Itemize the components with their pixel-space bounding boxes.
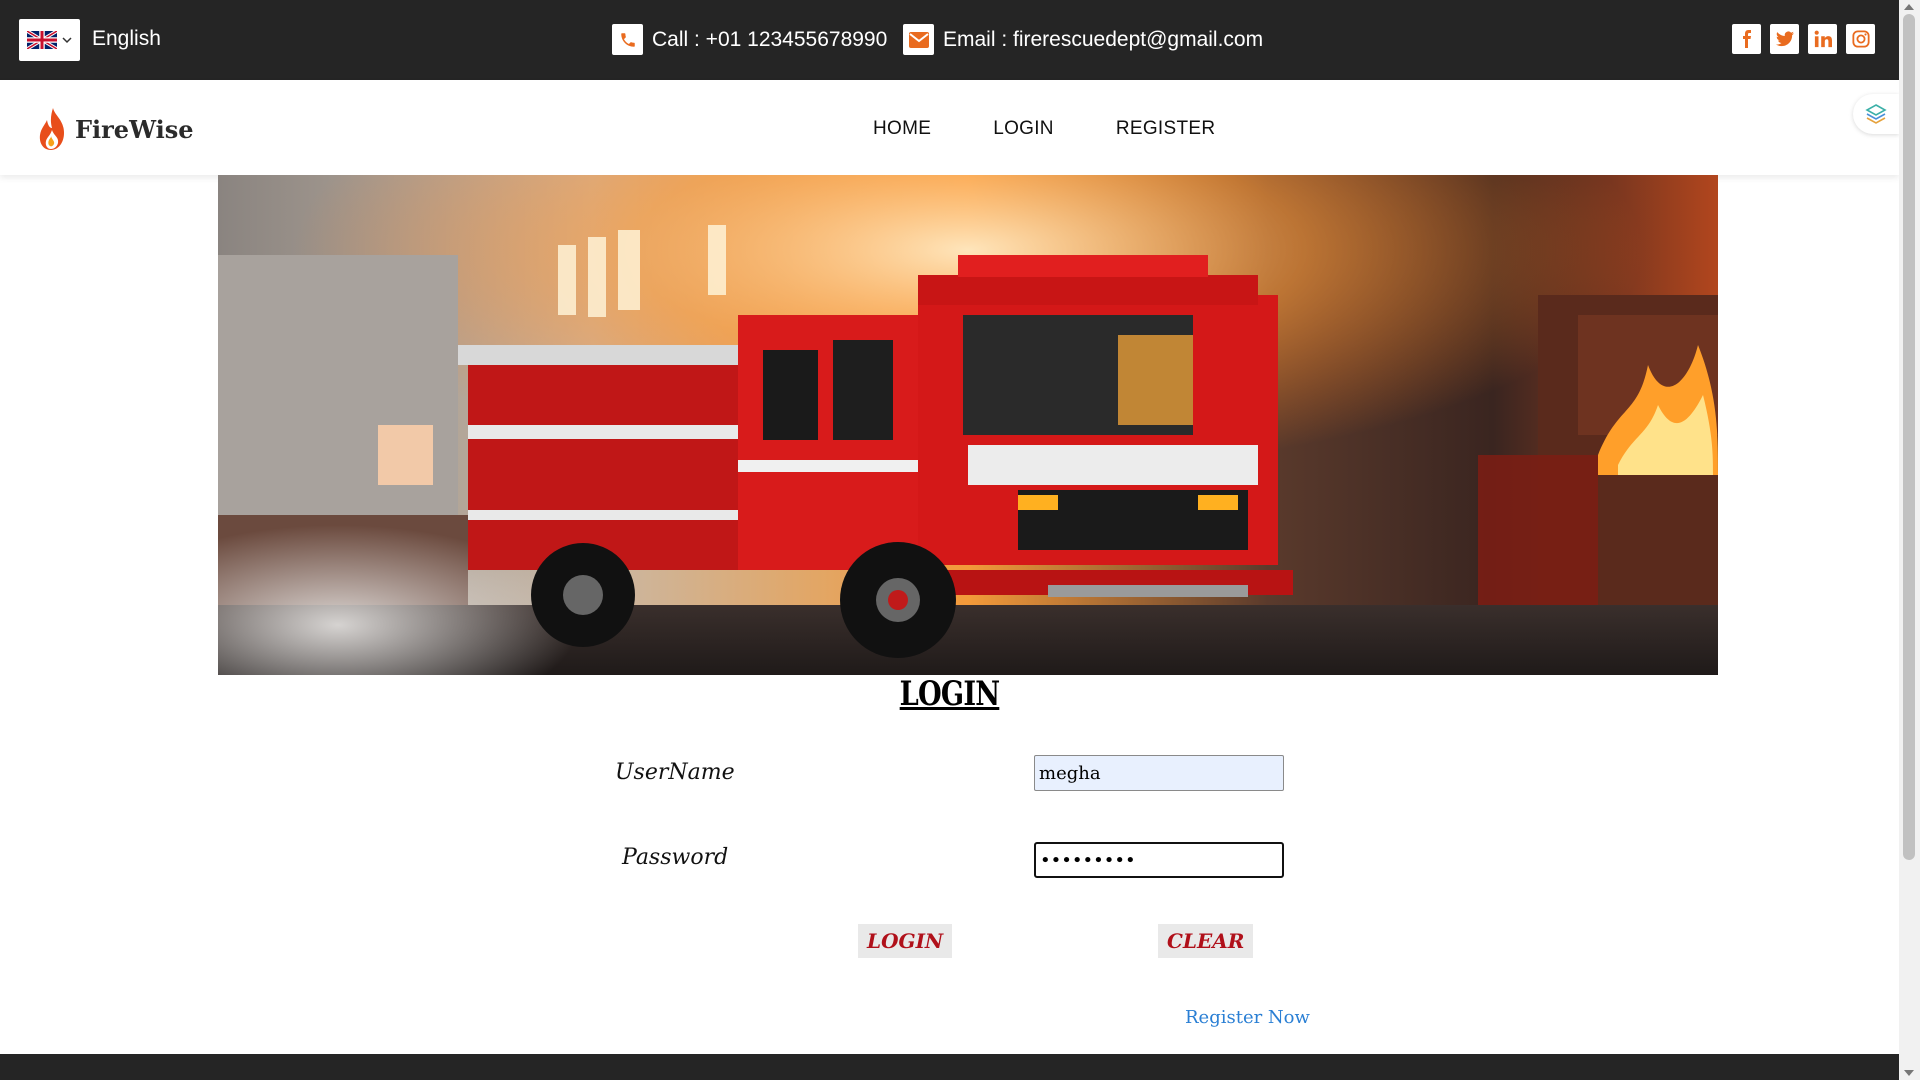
- call-text: Call : +01 123455678990: [652, 27, 888, 51]
- clear-button[interactable]: CLEAR: [1158, 924, 1254, 958]
- footer-bar: [0, 1054, 1899, 1080]
- nav-login-link[interactable]: LOGIN: [993, 118, 1054, 140]
- login-button[interactable]: LOGIN: [858, 924, 953, 958]
- browser-extension-icon[interactable]: [1853, 94, 1899, 134]
- email-text: Email : firerescuedept@gmail.com: [943, 27, 1264, 51]
- phone-icon: [612, 24, 643, 55]
- scroll-up-arrow-icon[interactable]: [1904, 4, 1914, 10]
- social-links: [1732, 24, 1875, 54]
- site-logo[interactable]: FireWise: [36, 106, 194, 152]
- nav-register-link[interactable]: REGISTER: [1116, 118, 1216, 140]
- nav-menu: HOME LOGIN REGISTER: [873, 118, 1215, 140]
- register-now-link[interactable]: Register Now: [1185, 1007, 1310, 1028]
- language-label[interactable]: English: [92, 27, 161, 51]
- layers-icon: [1865, 104, 1887, 124]
- uk-flag-icon: [27, 31, 57, 49]
- nav-home-link[interactable]: HOME: [873, 118, 931, 140]
- username-input[interactable]: [1034, 755, 1284, 791]
- password-label: Password: [622, 845, 729, 870]
- call-contact: Call : +01 123455678990: [612, 24, 887, 55]
- linkedin-icon[interactable]: [1808, 24, 1837, 54]
- instagram-icon[interactable]: [1846, 24, 1875, 54]
- page-scrollbar[interactable]: [1899, 0, 1920, 1080]
- twitter-icon[interactable]: [1770, 24, 1799, 54]
- scroll-down-arrow-icon[interactable]: [1904, 1070, 1914, 1076]
- email-contact: Email : firerescuedept@gmail.com: [903, 24, 1263, 55]
- facebook-icon[interactable]: [1732, 24, 1761, 54]
- chevron-down-icon: [62, 37, 72, 44]
- main-navbar: FireWise HOME LOGIN REGISTER: [0, 80, 1899, 175]
- password-input[interactable]: [1034, 842, 1284, 878]
- logo-text: FireWise: [75, 114, 194, 144]
- username-label: UserName: [615, 760, 735, 785]
- scroll-thumb[interactable]: [1903, 14, 1915, 860]
- login-heading: LOGIN: [899, 674, 1000, 714]
- envelope-icon: [903, 24, 934, 55]
- flame-logo-icon: [39, 108, 64, 150]
- language-selector[interactable]: [19, 19, 80, 61]
- hero-fire-truck-image: [218, 175, 1718, 675]
- top-bar: English Call : +01 123455678990 Email : …: [0, 0, 1899, 80]
